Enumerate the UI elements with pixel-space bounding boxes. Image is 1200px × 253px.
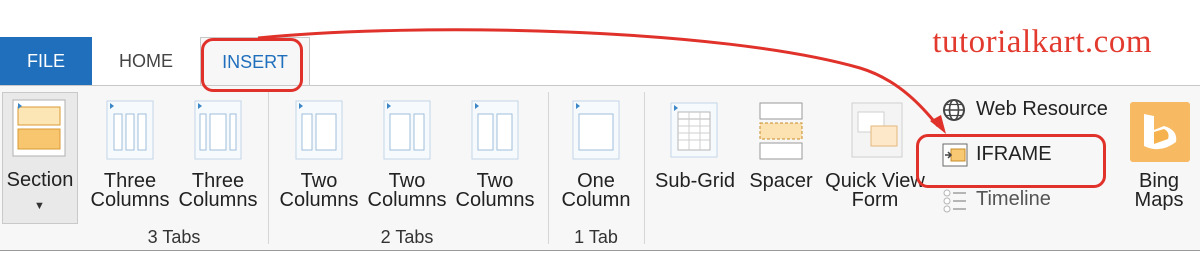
annotation-arrow [257, 28, 946, 134]
